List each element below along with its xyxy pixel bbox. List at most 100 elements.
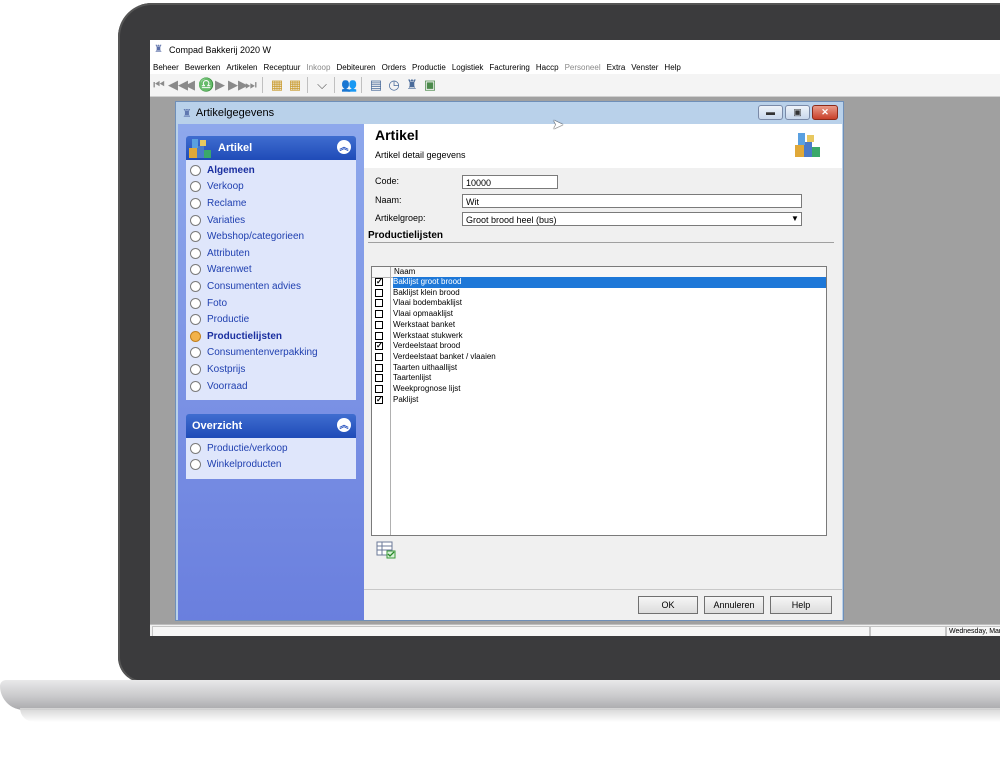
schedule-icon[interactable]: ◷ bbox=[386, 77, 402, 93]
row-checkbox[interactable] bbox=[375, 385, 383, 393]
sidebar-item-consumenten-advies[interactable]: Consumenten advies bbox=[186, 278, 356, 295]
overzicht-panel-header[interactable]: Overzicht ︽ bbox=[186, 414, 356, 438]
sidebar-item-label: Foto bbox=[207, 297, 228, 309]
sidebar-item-warenwet[interactable]: Warenwet bbox=[186, 262, 356, 279]
menu-receptuur[interactable]: Receptuur bbox=[261, 63, 304, 72]
table-row[interactable]: ✓ Verdeelstaat brood bbox=[372, 341, 826, 352]
basket-icon[interactable]: ⌵ bbox=[314, 77, 330, 93]
maximize-button[interactable]: ▣ bbox=[785, 105, 810, 120]
sidebar-item-foto[interactable]: Foto bbox=[186, 295, 356, 312]
naam-field[interactable]: Wit bbox=[462, 194, 802, 208]
prev-page-icon[interactable]: ◀◀ bbox=[168, 77, 188, 93]
table-row[interactable]: Verdeelstaat banket / vlaaien bbox=[372, 352, 826, 363]
close-button[interactable]: ✕ bbox=[812, 105, 838, 120]
last-record-icon[interactable]: ⏭ bbox=[244, 77, 258, 93]
sidebar-item-label: Consumentenverpakking bbox=[207, 347, 318, 359]
row-checkbox[interactable]: ✓ bbox=[375, 342, 383, 351]
sidebar-item-label: Productielijsten bbox=[207, 330, 283, 342]
chef-icon[interactable]: ♜ bbox=[404, 77, 420, 93]
sidebar-item-productielijsten[interactable]: Productielijsten bbox=[186, 328, 356, 345]
table-row[interactable]: ✓ Baklijst groot brood bbox=[372, 277, 826, 288]
artikel-panel-header[interactable]: Artikel ︽ bbox=[186, 136, 356, 160]
customers-icon[interactable]: 👥 bbox=[341, 77, 357, 93]
menu-debiteuren[interactable]: Debiteuren bbox=[333, 63, 378, 72]
cancel-button[interactable]: Annuleren bbox=[704, 596, 764, 614]
table-settings-icon[interactable] bbox=[376, 541, 396, 562]
sidebar-item-productie[interactable]: Productie bbox=[186, 311, 356, 328]
sidebar-item-productie-verkoop[interactable]: Productie/verkoop bbox=[186, 440, 356, 457]
row-checkbox[interactable]: ✓ bbox=[375, 278, 383, 286]
next-record-icon[interactable]: ▶ bbox=[214, 77, 226, 93]
table-row[interactable]: Werkstaat stukwerk bbox=[372, 331, 826, 342]
sidebar-item-consumentenverpakking[interactable]: Consumentenverpakking bbox=[186, 345, 356, 362]
menu-logistiek[interactable]: Logistiek bbox=[449, 63, 487, 72]
menu-venster[interactable]: Venster bbox=[628, 63, 661, 72]
sidebar-item-kostprijs[interactable]: Kostprijs bbox=[186, 361, 356, 378]
menu-inkoop[interactable]: Inkoop bbox=[303, 63, 333, 72]
help-button[interactable]: Help bbox=[770, 596, 832, 614]
status-date: Wednesday, March bbox=[946, 626, 1000, 636]
menu-facturering[interactable]: Facturering bbox=[486, 63, 532, 72]
row-name: Taarten uithaallijst bbox=[393, 362, 458, 372]
table-row[interactable]: Werkstaat banket bbox=[372, 320, 826, 331]
table-row[interactable]: Vlaai opmaaklijst bbox=[372, 309, 826, 320]
menu-haccp[interactable]: Haccp bbox=[533, 63, 562, 72]
toolbar-separator bbox=[361, 77, 362, 93]
column-header-naam[interactable]: Naam bbox=[394, 267, 415, 277]
row-checkbox[interactable] bbox=[375, 288, 383, 297]
app-icon: ♜ bbox=[154, 44, 163, 55]
menu-productie[interactable]: Productie bbox=[409, 63, 449, 72]
code-field[interactable]: 10000 bbox=[462, 175, 558, 189]
sidebar-item-verkoop[interactable]: Verkoop bbox=[186, 179, 356, 196]
table-row[interactable]: ✓ Paklijst bbox=[372, 395, 826, 406]
search-binoculars-icon[interactable]: ♎ bbox=[198, 77, 214, 93]
dialog-body: Artikel ︽ Algemeen Verkoop Reclame Variatie… bbox=[178, 124, 842, 620]
menu-personeel[interactable]: Personeel bbox=[562, 63, 604, 72]
document-icon[interactable]: ▤ bbox=[368, 77, 384, 93]
table-row[interactable]: Taartenlijst bbox=[372, 373, 826, 384]
sidebar-item-attributen[interactable]: Attributen bbox=[186, 245, 356, 262]
row-checkbox[interactable] bbox=[375, 310, 383, 319]
table-row[interactable]: Weekprognose lijst bbox=[372, 384, 826, 395]
invoice-icon[interactable]: ▣ bbox=[422, 77, 438, 93]
row-checkbox[interactable] bbox=[375, 374, 383, 383]
sidebar-item-variaties[interactable]: Variaties bbox=[186, 212, 356, 229]
row-name: Baklijst klein brood bbox=[393, 287, 460, 297]
row-checkbox[interactable] bbox=[375, 352, 383, 361]
menu-orders[interactable]: Orders bbox=[379, 63, 409, 72]
row-checkbox[interactable] bbox=[375, 299, 383, 308]
sidebar-item-algemeen[interactable]: Algemeen bbox=[186, 162, 356, 179]
artikelgroep-select[interactable]: Groot brood heel (bus) ▼ bbox=[462, 212, 802, 226]
menu-help[interactable]: Help bbox=[661, 63, 683, 72]
products-icon[interactable]: ▦ bbox=[287, 77, 303, 93]
toolbar-separator bbox=[307, 77, 308, 93]
table-row[interactable]: Baklijst klein brood bbox=[372, 288, 826, 299]
collapse-icon[interactable]: ︽ bbox=[337, 418, 351, 432]
prev-record-icon[interactable]: ◀ bbox=[184, 77, 196, 93]
app-titlebar: ♜ Compad Bakkerij 2020 W bbox=[150, 40, 1000, 60]
menu-beheer[interactable]: Beheer bbox=[150, 63, 182, 72]
table-row[interactable]: Taarten uithaallijst bbox=[372, 363, 826, 374]
menu-extra[interactable]: Extra bbox=[604, 63, 629, 72]
articles-icon[interactable]: ▦ bbox=[269, 77, 285, 93]
row-checkbox[interactable]: ✓ bbox=[375, 395, 383, 404]
row-checkbox[interactable] bbox=[375, 320, 383, 329]
next-page-icon[interactable]: ▶▶ bbox=[228, 77, 248, 93]
row-checkbox[interactable] bbox=[375, 363, 383, 372]
first-record-icon[interactable]: ⏮ bbox=[152, 77, 166, 93]
minimize-button[interactable]: ▬ bbox=[758, 105, 783, 120]
collapse-icon[interactable]: ︽ bbox=[337, 140, 351, 154]
radio-icon bbox=[190, 347, 201, 359]
table-row[interactable]: Vlaai bodembaklijst bbox=[372, 298, 826, 309]
sidebar-item-webshop-categorieen[interactable]: Webshop/categorieen bbox=[186, 228, 356, 245]
ok-button[interactable]: OK bbox=[638, 596, 698, 614]
chevron-down-icon[interactable]: ▼ bbox=[789, 213, 801, 225]
sidebar-item-reclame[interactable]: Reclame bbox=[186, 195, 356, 212]
menu-artikelen[interactable]: Artikelen bbox=[223, 63, 260, 72]
sidebar-item-winkelproducten[interactable]: Winkelproducten bbox=[186, 457, 356, 474]
row-checkbox[interactable] bbox=[375, 331, 383, 340]
sidebar: Artikel ︽ Algemeen Verkoop Reclame Variatie… bbox=[178, 124, 364, 620]
sidebar-item-voorraad[interactable]: Voorraad bbox=[186, 378, 356, 395]
row-name: Baklijst groot brood bbox=[393, 277, 826, 288]
menu-bewerken[interactable]: Bewerken bbox=[182, 63, 224, 72]
